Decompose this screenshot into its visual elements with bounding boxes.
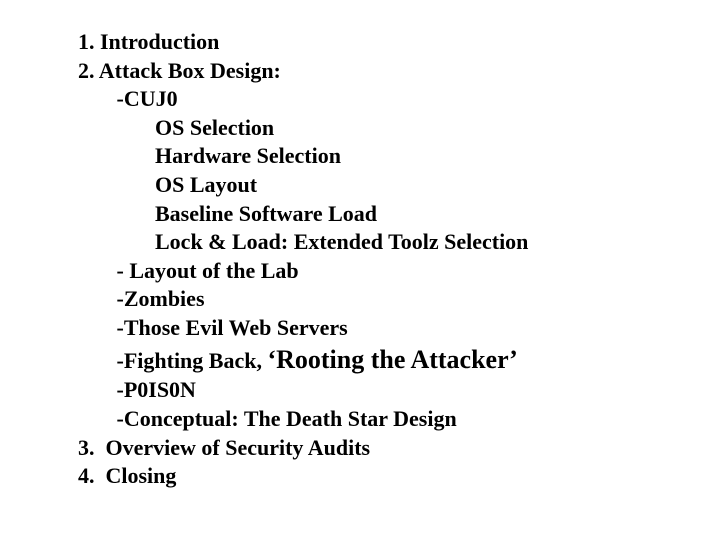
outline-sub-baseline-software-load: Baseline Software Load xyxy=(78,200,720,229)
layout-lab-label: - Layout of the Lab xyxy=(117,258,299,283)
hardware-selection-label: Hardware Selection xyxy=(155,143,341,168)
zombies-label: -Zombies xyxy=(117,286,205,311)
cuj0-label: -CUJ0 xyxy=(117,86,178,111)
outline-sub-death-star: -Conceptual: The Death Star Design xyxy=(78,405,720,434)
p0is0n-label: -P0IS0N xyxy=(117,377,196,402)
lock-and-load-label: Lock & Load: Extended Toolz Selection xyxy=(155,229,528,254)
outline-sub-p0is0n: -P0IS0N xyxy=(78,376,720,405)
outline: 1. Introduction 2. Attack Box Design: -C… xyxy=(0,0,720,491)
evil-web-servers-label: -Those Evil Web Servers xyxy=(117,315,348,340)
os-layout-label: OS Layout xyxy=(155,172,257,197)
outline-item-3: 3. Overview of Security Audits xyxy=(78,434,720,463)
os-selection-label: OS Selection xyxy=(155,115,274,140)
outline-item-4: 4. Closing xyxy=(78,462,720,491)
outline-sub-fighting-back: -Fighting Back, ‘Rooting the Attacker’ xyxy=(78,343,720,377)
outline-sub-os-layout: OS Layout xyxy=(78,171,720,200)
outline-sub-hardware-selection: Hardware Selection xyxy=(78,142,720,171)
death-star-label: -Conceptual: The Death Star Design xyxy=(117,406,457,431)
outline-sub-layout-lab: - Layout of the Lab xyxy=(78,257,720,286)
outline-item-1: 1. Introduction xyxy=(78,28,720,57)
outline-sub-zombies: -Zombies xyxy=(78,285,720,314)
fighting-back-emphasis: ‘Rooting the Attacker’ xyxy=(267,345,517,374)
outline-sub-lock-and-load: Lock & Load: Extended Toolz Selection xyxy=(78,228,720,257)
baseline-software-load-label: Baseline Software Load xyxy=(155,201,377,226)
fighting-back-prefix: -Fighting Back, xyxy=(117,348,268,373)
outline-sub-os-selection: OS Selection xyxy=(78,114,720,143)
outline-item-2: 2. Attack Box Design: xyxy=(78,57,720,86)
outline-sub-cuj0: -CUJ0 xyxy=(78,85,720,114)
outline-sub-evil-web-servers: -Those Evil Web Servers xyxy=(78,314,720,343)
